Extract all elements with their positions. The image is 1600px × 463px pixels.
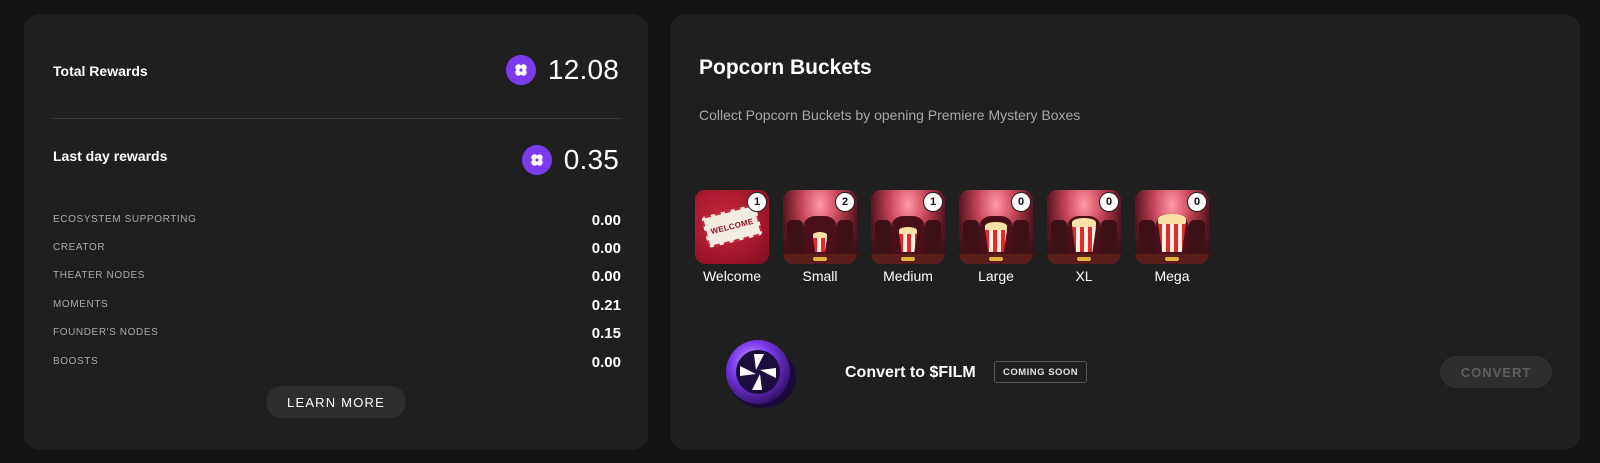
card-title: Popcorn Buckets [699,56,872,79]
row-label: FOUNDER'S NODES [53,327,159,338]
bucket-xl[interactable]: 0 XL [1047,190,1121,284]
large-popcorn-icon: 0 [959,190,1033,264]
row-label: MOMENTS [53,299,109,310]
row-value: 0.00 [591,240,621,257]
bucket-medium[interactable]: 1 Medium [871,190,945,284]
welcome-ticket-icon: WELCOME 1 [695,190,769,264]
flower-token-icon [521,145,552,175]
last-day-amount: 0.35 [563,144,619,175]
rewards-card: Total Rewards 12.08 Last day rewards 0.3… [24,14,648,450]
row-value: 0.21 [591,297,621,314]
bucket-name: Mega [1154,268,1190,284]
card-subtitle: Collect Popcorn Buckets by opening Premi… [699,107,1081,123]
flower-token-icon [505,55,536,85]
bucket-welcome[interactable]: WELCOME 1 Welcome [695,190,769,284]
bucket-count-badge: 1 [747,192,767,212]
total-rewards-label: Total Rewards [53,63,148,79]
bucket-large[interactable]: 0 Large [959,190,1033,284]
xl-popcorn-icon: 0 [1047,190,1121,264]
bucket-name: Large [978,268,1014,284]
reward-row-ecosystem: ECOSYSTEM SUPPORTING 0.00 [53,212,621,232]
row-value: 0.00 [591,268,621,285]
coming-soon-badge: COMING SOON [994,361,1088,383]
bucket-list: WELCOME 1 Welcome 2 Small 1 Medium 0 Lar… [695,190,1209,284]
bucket-name: Small [802,268,838,284]
convert-button[interactable]: CONVERT [1440,356,1552,388]
row-label: THEATER NODES [53,270,146,281]
reward-row-boosts: BOOSTS 0.00 [53,354,621,374]
last-day-label: Last day rewards [53,148,168,164]
small-popcorn-icon: 2 [783,190,857,264]
row-label: ECOSYSTEM SUPPORTING [53,214,197,225]
medium-popcorn-icon: 1 [871,190,945,264]
bucket-count-badge: 1 [923,192,943,212]
popcorn-buckets-card: Popcorn Buckets Collect Popcorn Buckets … [670,14,1580,450]
reward-row-theater-nodes: THEATER NODES 0.00 [53,268,621,288]
bucket-name: XL [1075,268,1093,284]
learn-more-button[interactable]: LEARN MORE [266,386,406,418]
bucket-count-badge: 0 [1099,192,1119,212]
reward-row-creator: CREATOR 0.00 [53,240,621,260]
mega-popcorn-icon: 0 [1135,190,1209,264]
bucket-name: Medium [883,268,933,284]
total-rewards-amount: 12.08 [547,54,619,85]
row-value: 0.15 [591,325,621,342]
row-value: 0.00 [591,354,621,371]
bucket-count-badge: 0 [1011,192,1031,212]
reward-row-founders-nodes: FOUNDER'S NODES 0.15 [53,325,621,345]
bucket-mega[interactable]: 0 Mega [1135,190,1209,284]
bucket-count-badge: 0 [1187,192,1207,212]
row-label: CREATOR [53,242,106,253]
divider [53,118,621,119]
bucket-small[interactable]: 2 Small [783,190,857,284]
last-day-value: 0.35 [521,144,619,176]
row-label: BOOSTS [53,356,99,367]
film-coin-icon [722,336,798,412]
bucket-count-badge: 2 [835,192,855,212]
reward-row-moments: MOMENTS 0.21 [53,297,621,317]
row-value: 0.00 [591,212,621,229]
bucket-name: Welcome [702,268,762,284]
convert-title: Convert to $FILM [845,364,976,381]
total-rewards-value: 12.08 [505,54,619,86]
